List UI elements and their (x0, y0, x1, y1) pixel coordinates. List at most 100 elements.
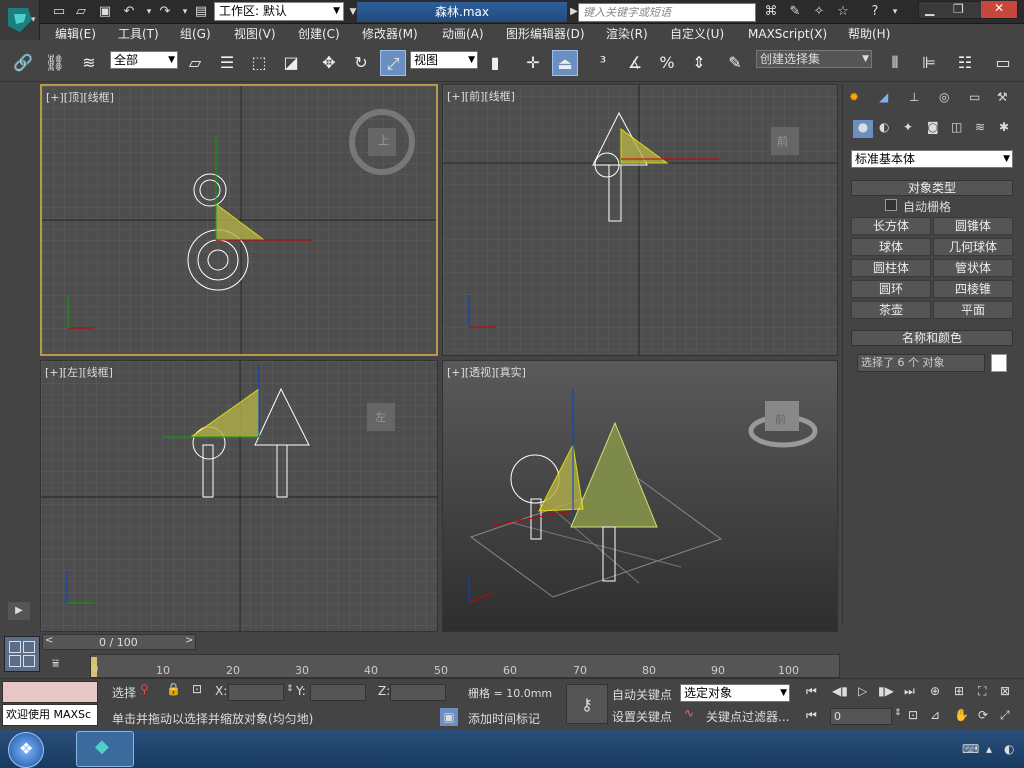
cone-button[interactable]: 圆锥体 (933, 217, 1013, 235)
start-button[interactable]: ❖ (8, 732, 44, 768)
select-by-name-icon[interactable]: ☰ (214, 50, 240, 76)
chevron-down-icon[interactable]: ▾ (886, 3, 904, 21)
open-file-icon[interactable]: ▱ (72, 3, 90, 21)
menu-help[interactable]: 帮助(H) (848, 24, 890, 44)
menu-create[interactable]: 创建(C) (298, 24, 340, 44)
viewcube-face[interactable]: 前 (775, 411, 786, 427)
teapot-button[interactable]: 茶壶 (851, 301, 931, 319)
bind-space-warp-icon[interactable]: ≋ (76, 50, 102, 76)
snaps-toggle-icon[interactable]: ³ (590, 50, 616, 76)
graphite-toolbar-icon[interactable]: ▭ (990, 50, 1016, 76)
zoom-extents-icon[interactable]: ⛶ (978, 684, 986, 699)
binoculars-icon[interactable]: ⌘ (762, 3, 780, 21)
next-frame-icon[interactable]: ▮▶ (878, 684, 894, 698)
cameras-icon[interactable]: ◙ (927, 120, 939, 134)
object-type-rollout[interactable]: 对象类型 (851, 180, 1013, 196)
time-configuration-icon[interactable]: ⊡ (908, 708, 918, 722)
key-filter-button[interactable]: 关键点过滤器... (706, 708, 789, 725)
geometry-icon[interactable]: ● (853, 120, 873, 138)
create-tab-icon[interactable]: ✹ (849, 90, 859, 104)
chevron-right-icon[interactable]: > (185, 635, 193, 646)
key-filter-icon[interactable]: ∿ (684, 706, 694, 720)
helpers-icon[interactable]: ◫ (951, 120, 962, 134)
track-bar-icon[interactable]: ⩸ (52, 656, 72, 672)
exchange-icon[interactable]: ✧ (810, 3, 828, 21)
set-key-button[interactable]: 设置关键点 (612, 708, 672, 725)
key-mode-toggle-icon[interactable]: ⏮ (806, 708, 817, 723)
pyramid-button[interactable]: 四棱锥 (933, 280, 1013, 298)
maxscript-listener-white[interactable]: 欢迎使用 MAXSc (2, 704, 98, 726)
new-file-icon[interactable]: ▭ (50, 3, 68, 21)
systems-icon[interactable]: ✱ (999, 120, 1009, 134)
viewport-label[interactable]: [+][前][线框] (447, 88, 515, 104)
menu-graph-editors[interactable]: 图形编辑器(D) (506, 24, 585, 44)
menu-views[interactable]: 视图(V) (234, 24, 276, 44)
expand-arrow-icon[interactable]: ▶ (8, 602, 30, 620)
orbit-icon[interactable]: ⟳ (978, 708, 988, 722)
restore-icon[interactable]: ❐ (953, 2, 964, 16)
time-slider[interactable]: < 0 / 100 > (42, 634, 196, 650)
menu-animation[interactable]: 动画(A) (442, 24, 484, 44)
name-color-rollout[interactable]: 名称和颜色 (851, 330, 1013, 346)
sphere-button[interactable]: 球体 (851, 238, 931, 256)
select-and-manipulate-icon[interactable]: ✛ (520, 50, 546, 76)
rectangular-selection-icon[interactable]: ⬚ (246, 50, 272, 76)
auto-grid-checkbox[interactable] (885, 199, 897, 211)
menu-tools[interactable]: 工具(T) (118, 24, 159, 44)
pivot-center-icon[interactable]: ▮ (482, 50, 508, 76)
hierarchy-tab-icon[interactable]: ⊥ (909, 90, 919, 104)
lights-icon[interactable]: ✦ (903, 120, 913, 134)
search-input[interactable]: 键入关键字或短语 (578, 3, 756, 22)
geosphere-button[interactable]: 几何球体 (933, 238, 1013, 256)
maxscript-listener-pink[interactable] (2, 681, 98, 703)
taskbar-3dsmax[interactable]: ◆ (76, 731, 134, 767)
workspace-select[interactable]: 工作区: 默认 ▼ (214, 2, 344, 21)
volume-icon[interactable]: ◐ (1004, 742, 1014, 756)
select-and-rotate-icon[interactable]: ↻ (348, 50, 374, 76)
project-folder-icon[interactable]: ▤ (192, 3, 210, 21)
window-crossing-icon[interactable]: ◪ (278, 50, 304, 76)
viewcube-face[interactable]: 左 (375, 409, 386, 425)
shapes-icon[interactable]: ◐ (879, 120, 889, 134)
select-and-move-icon[interactable]: ✥ (316, 50, 342, 76)
communication-icon[interactable]: ✎ (786, 3, 804, 21)
zoom-extents-all-icon[interactable]: ⊠ (1000, 684, 1010, 698)
selection-lock-icon[interactable]: 🔒 (166, 682, 181, 696)
viewport-label[interactable]: [+][左][线框] (45, 364, 113, 380)
add-time-tag-label[interactable]: 添加时间标记 (468, 710, 540, 727)
favorite-star-icon[interactable]: ☆ (834, 3, 852, 21)
mirror-icon[interactable]: ⫴ (882, 50, 908, 76)
menu-customize[interactable]: 自定义(U) (670, 24, 724, 44)
menu-modifiers[interactable]: 修改器(M) (362, 24, 418, 44)
chevron-left-icon[interactable]: < (45, 635, 53, 646)
viewport-layout-icon[interactable] (4, 636, 40, 672)
viewcube-face[interactable]: 上 (378, 132, 389, 148)
select-and-scale-icon[interactable]: ⤢ (380, 50, 406, 76)
viewport-top[interactable]: [+][顶][线框] 上 (40, 84, 438, 356)
viewport-label[interactable]: [+][透视][真实] (447, 364, 526, 380)
zoom-icon[interactable]: ⊕ (930, 684, 940, 698)
viewcube-face[interactable]: 前 (777, 133, 788, 149)
absolute-mode-icon[interactable]: ⊡ (192, 682, 202, 696)
y-coordinate-field[interactable] (310, 684, 366, 701)
close-icon[interactable]: ✕ (981, 1, 1017, 18)
select-and-link-icon[interactable]: 🔗 (10, 50, 36, 76)
auto-key-button[interactable]: 自动关键点 (612, 686, 672, 703)
tube-button[interactable]: 管状体 (933, 259, 1013, 277)
menu-rendering[interactable]: 渲染(R) (606, 24, 648, 44)
viewport-label[interactable]: [+][顶][线框] (46, 89, 114, 105)
menu-edit[interactable]: 编辑(E) (55, 24, 96, 44)
field-of-view-icon[interactable]: ⊿ (930, 708, 940, 722)
viewport-front[interactable]: [+][前][线框] 前 (442, 84, 838, 356)
go-to-end-icon[interactable]: ⏭ (904, 684, 915, 699)
primitive-type-select[interactable]: 标准基本体 ▼ (851, 150, 1013, 168)
keyboard-icon[interactable]: ⌨ (962, 742, 979, 756)
zoom-all-icon[interactable]: ⊞ (954, 684, 964, 698)
viewport-left[interactable]: [+][左][线框] 左 (40, 360, 438, 632)
x-coordinate-field[interactable] (228, 684, 284, 701)
spinner-icon[interactable]: ⇕ (894, 708, 902, 718)
redo-icon[interactable]: ↷ (156, 3, 174, 21)
help-icon[interactable]: ? (866, 3, 884, 21)
percent-snap-icon[interactable]: % (654, 50, 680, 76)
display-tab-icon[interactable]: ▭ (969, 90, 980, 104)
